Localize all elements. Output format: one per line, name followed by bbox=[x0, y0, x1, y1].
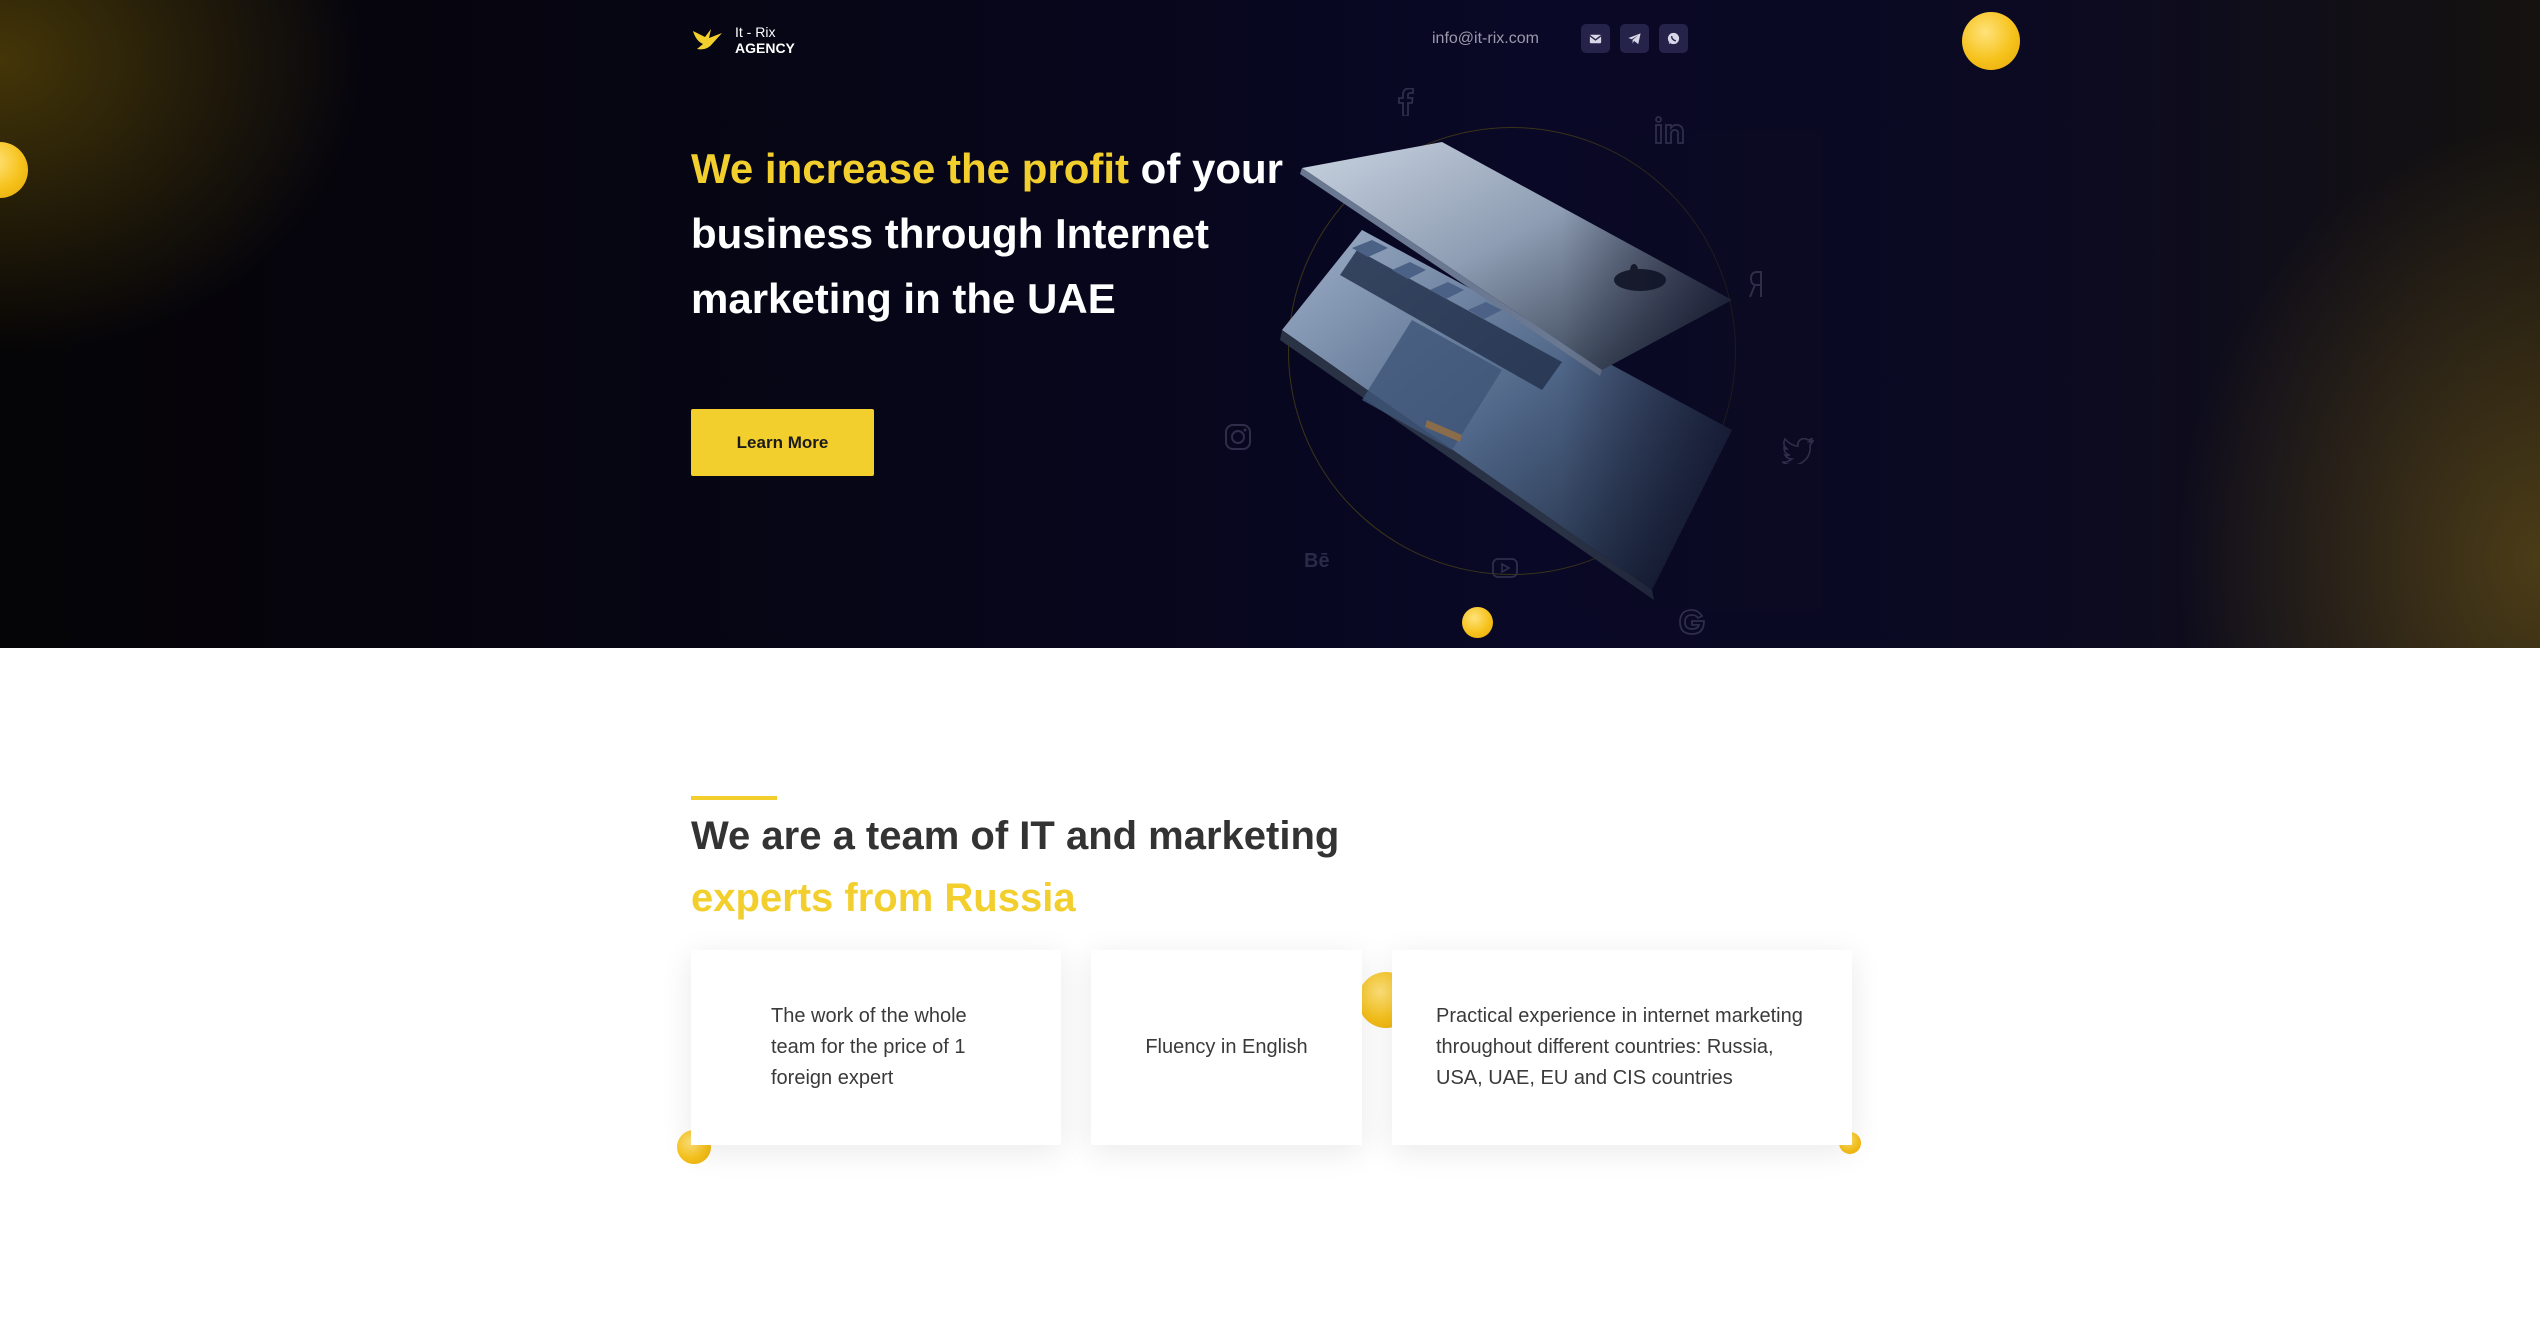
hero-title-highlight: We increase the profit bbox=[691, 145, 1130, 192]
header-email-link[interactable]: info@it-rix.com bbox=[1432, 30, 1539, 48]
linkedin-icon bbox=[1655, 116, 1684, 144]
twitter-icon bbox=[1782, 438, 1814, 464]
telegram-button[interactable] bbox=[1620, 24, 1649, 53]
mail-button[interactable] bbox=[1581, 24, 1610, 53]
laptop-image bbox=[1280, 130, 1822, 610]
brand-line1: It - Rix bbox=[735, 24, 776, 40]
about-title-highlight: experts from Russia bbox=[691, 876, 1076, 920]
feature-card-text: The work of the whole team for the price… bbox=[771, 1005, 967, 1089]
google-icon bbox=[1679, 609, 1705, 635]
whatsapp-button[interactable] bbox=[1659, 24, 1688, 53]
decor-ball-bottom bbox=[1462, 607, 1493, 638]
youtube-icon bbox=[1492, 558, 1518, 578]
feature-card: The work of the whole team for the price… bbox=[691, 950, 1061, 1145]
decor-ball-left bbox=[0, 142, 28, 198]
behance-icon: Bē bbox=[1304, 550, 1330, 570]
section-accent-line bbox=[691, 796, 777, 800]
decor-ball-top-right bbox=[1962, 12, 2020, 70]
about-title-plain: We are a team of IT and marketing bbox=[691, 814, 1340, 858]
bird-logo-icon bbox=[693, 29, 722, 50]
feature-card: Fluency in English bbox=[1091, 950, 1362, 1145]
instagram-icon bbox=[1225, 424, 1251, 450]
brand-logo[interactable]: It - Rix AGENCY bbox=[691, 24, 795, 56]
brand-line2: AGENCY bbox=[735, 40, 795, 56]
about-title: We are a team of IT and marketing expert… bbox=[691, 805, 1391, 929]
hero-title: We increase the profit of your business … bbox=[691, 136, 1331, 331]
learn-more-button[interactable]: Learn More bbox=[691, 409, 874, 476]
brand-name: It - Rix AGENCY bbox=[735, 24, 795, 56]
header-socials bbox=[1581, 24, 1688, 53]
yandex-icon bbox=[1749, 271, 1762, 298]
feature-card-text: Fluency in English bbox=[1145, 1036, 1308, 1058]
whatsapp-icon bbox=[1667, 32, 1680, 45]
hero-section: It - Rix AGENCY info@it-rix.com We incre… bbox=[0, 0, 2540, 648]
facebook-icon bbox=[1398, 88, 1414, 116]
mail-icon bbox=[1589, 34, 1602, 44]
telegram-icon bbox=[1628, 33, 1641, 45]
svg-text:Bē: Bē bbox=[1304, 550, 1330, 570]
feature-card-text: Practical experience in internet marketi… bbox=[1436, 1005, 1803, 1089]
feature-card: Practical experience in internet marketi… bbox=[1392, 950, 1852, 1145]
